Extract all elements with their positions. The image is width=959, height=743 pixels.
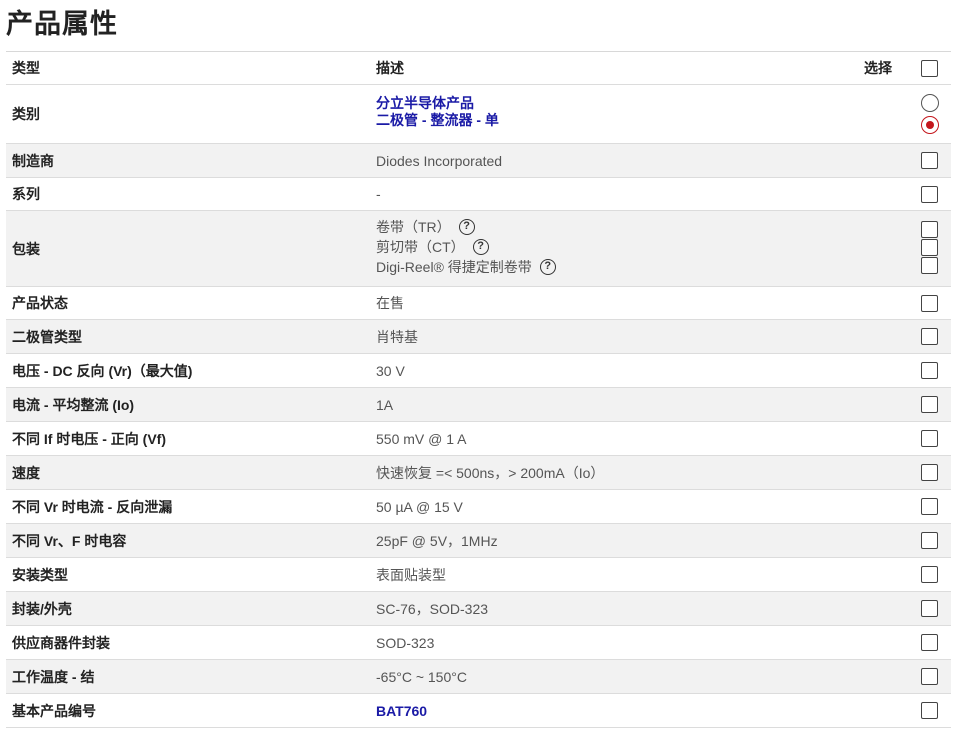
category-link-rectifier-single[interactable]: 二极管 - 整流器 - 单 — [376, 112, 499, 129]
row-value: - — [376, 186, 381, 202]
select-checkbox[interactable] — [921, 396, 938, 413]
table-row: 不同 Vr、F 时电容 25pF @ 5V，1MHz — [6, 524, 951, 558]
packaging-options: 卷带（TR）? 剪切带（CT）? Digi-Reel® 得捷定制卷带? — [376, 217, 556, 277]
table-row: 包装 卷带（TR）? 剪切带（CT）? Digi-Reel® 得捷定制卷带? — [6, 211, 951, 287]
table-row: 系列 - — [6, 178, 951, 211]
row-value: 550 mV @ 1 A — [376, 430, 467, 447]
row-value: -65°C ~ 150°C — [376, 668, 467, 685]
question-circle-icon[interactable]: ? — [472, 239, 489, 255]
select-checkbox[interactable] — [921, 430, 938, 447]
row-value: SOD-323 — [376, 634, 435, 651]
row-label: 不同 Vr、F 时电容 — [12, 532, 127, 549]
row-label: 二极管类型 — [12, 328, 82, 345]
row-label: 电流 - 平均整流 (Io) — [12, 396, 135, 413]
table-row: 不同 Vr 时电流 - 反向泄漏 50 µA @ 15 V — [6, 490, 951, 524]
table-row: 工作温度 - 结 -65°C ~ 150°C — [6, 660, 951, 694]
select-checkbox[interactable] — [921, 566, 938, 583]
row-value: 50 µA @ 15 V — [376, 498, 463, 515]
select-checkbox[interactable] — [921, 668, 938, 685]
row-label: 类别 — [12, 106, 40, 122]
table-row: 速度 快速恢复 =< 500ns，> 200mA（Io） — [6, 456, 951, 490]
table-row: 供应商器件封装 SOD-323 — [6, 626, 951, 660]
row-value: 25pF @ 5V，1MHz — [376, 532, 498, 549]
category-radio-rectifier-single[interactable] — [921, 116, 939, 134]
packaging-digireel: Digi-Reel® 得捷定制卷带 — [376, 259, 532, 275]
table-row: 类别 分立半导体产品 二极管 - 整流器 - 单 — [6, 85, 951, 144]
row-label: 封装/外壳 — [12, 600, 72, 617]
row-value: SC-76，SOD-323 — [376, 600, 489, 617]
row-label: 电压 - DC 反向 (Vr)（最大值) — [12, 362, 193, 379]
header-description: 描述 — [376, 60, 404, 76]
question-circle-icon[interactable]: ? — [539, 259, 556, 275]
category-link-discrete[interactable]: 分立半导体产品 — [376, 95, 499, 112]
row-label: 不同 If 时电压 - 正向 (Vf) — [12, 430, 166, 447]
row-label: 包装 — [12, 240, 40, 257]
packaging-ct-checkbox[interactable] — [921, 239, 938, 256]
base-product-number-link[interactable]: BAT760 — [376, 703, 427, 719]
select-checkbox[interactable] — [921, 294, 938, 312]
row-value: 在售 — [376, 295, 404, 311]
row-label: 供应商器件封装 — [12, 634, 110, 651]
row-label: 不同 Vr 时电流 - 反向泄漏 — [12, 498, 173, 515]
header-type: 类型 — [12, 60, 40, 76]
row-label: 速度 — [12, 464, 40, 481]
select-all-checkbox[interactable] — [921, 59, 938, 77]
table-row: 制造商 Diodes Incorporated — [6, 144, 951, 178]
table-header: 类型 描述 选择 — [6, 52, 951, 85]
row-value: 快速恢复 =< 500ns，> 200mA（Io） — [376, 464, 605, 481]
select-checkbox[interactable] — [921, 702, 938, 719]
attributes-table: 类型 描述 选择 类别 分立半导体产品 二极管 - 整流器 - 单 制造商 Di… — [6, 51, 951, 728]
row-label: 系列 — [12, 186, 40, 202]
row-value: 肖特基 — [376, 328, 418, 345]
row-value: 1A — [376, 396, 394, 413]
category-radio-discrete[interactable] — [921, 94, 939, 112]
table-row: 基本产品编号 BAT760 — [6, 694, 951, 728]
table-row: 电流 - 平均整流 (Io) 1A — [6, 388, 951, 422]
select-checkbox[interactable] — [921, 185, 938, 203]
row-label: 安装类型 — [12, 566, 68, 583]
question-circle-icon[interactable]: ? — [458, 219, 475, 235]
table-row: 不同 If 时电压 - 正向 (Vf) 550 mV @ 1 A — [6, 422, 951, 456]
packaging-tr: 卷带（TR） — [376, 219, 451, 235]
table-row: 二极管类型 肖特基 — [6, 320, 951, 354]
packaging-digireel-checkbox[interactable] — [921, 257, 938, 274]
table-row: 产品状态 在售 — [6, 287, 951, 320]
row-value: 表面贴装型 — [376, 566, 446, 583]
select-checkbox[interactable] — [921, 498, 938, 515]
select-checkbox[interactable] — [921, 600, 938, 617]
table-row: 电压 - DC 反向 (Vr)（最大值) 30 V — [6, 354, 951, 388]
header-select: 选择 — [864, 60, 892, 76]
table-row: 封装/外壳 SC-76，SOD-323 — [6, 592, 951, 626]
select-checkbox[interactable] — [921, 634, 938, 651]
row-value: 30 V — [376, 362, 405, 379]
row-value: Diodes Incorporated — [376, 152, 503, 169]
row-label: 产品状态 — [12, 295, 68, 311]
select-checkbox[interactable] — [921, 464, 938, 481]
page-title: 产品属性 — [6, 9, 118, 39]
packaging-ct: 剪切带（CT） — [376, 239, 465, 255]
packaging-tr-checkbox[interactable] — [921, 221, 938, 238]
select-checkbox[interactable] — [921, 362, 938, 379]
select-checkbox[interactable] — [921, 328, 938, 345]
select-checkbox[interactable] — [921, 152, 938, 169]
row-label: 工作温度 - 结 — [12, 668, 95, 685]
table-row: 安装类型 表面贴装型 — [6, 558, 951, 592]
select-checkbox[interactable] — [921, 532, 938, 549]
row-label: 制造商 — [12, 152, 54, 169]
row-label: 基本产品编号 — [12, 702, 96, 719]
